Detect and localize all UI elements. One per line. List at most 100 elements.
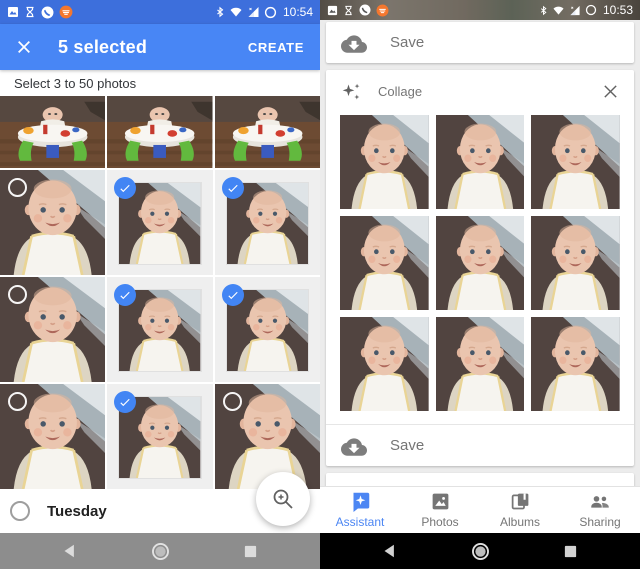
photos-notification-icon <box>327 5 338 15</box>
wifi-icon <box>553 6 564 15</box>
photo-thumbnail <box>0 96 106 168</box>
collage-title: Collage <box>378 84 423 99</box>
photos-icon <box>432 493 448 510</box>
wifi-icon <box>230 7 242 17</box>
back-button[interactable] <box>382 543 397 559</box>
photo-cell[interactable] <box>0 170 106 275</box>
home-button[interactable] <box>151 542 170 561</box>
assistant-card-list: Save Collage Save <box>320 20 640 486</box>
notification-icons <box>327 4 389 17</box>
date-select-circle-icon[interactable] <box>10 501 30 521</box>
close-selection-icon[interactable] <box>16 39 32 55</box>
right-phone-screen: 10:53 Save Collage Save Assistant Photos… <box>320 0 640 569</box>
photo-cell[interactable] <box>107 277 213 382</box>
photo-cell[interactable] <box>214 384 320 489</box>
save-label: Save <box>390 437 425 454</box>
collage-photo <box>340 216 429 310</box>
photos-notification-icon <box>8 7 18 17</box>
unselected-circle-icon[interactable] <box>8 392 27 411</box>
left-android-nav-bar <box>0 533 320 569</box>
screenshot-canvas: 10:54 5 selected CREATE Select 3 to 50 p… <box>0 0 640 569</box>
notification-icons <box>7 5 73 19</box>
selection-instruction: Select 3 to 50 photos <box>0 70 320 96</box>
tab-albums[interactable]: Albums <box>480 487 560 533</box>
collage-photo <box>340 115 429 209</box>
tab-label: Assistant <box>335 515 385 529</box>
collage-photo <box>435 317 525 411</box>
cell-signal-icon <box>570 5 580 15</box>
unselected-circle-icon[interactable] <box>222 392 242 411</box>
next-card-partial <box>326 473 634 486</box>
app-notification-icon <box>59 5 73 19</box>
bluetooth-icon <box>217 6 224 18</box>
data-saver-icon <box>264 6 277 18</box>
bluetooth-icon <box>540 5 547 15</box>
collage-photo <box>340 317 429 411</box>
recents-button[interactable] <box>243 544 258 559</box>
data-saver-icon <box>585 4 597 16</box>
zoom-fab[interactable] <box>256 472 310 526</box>
phone-notification-icon <box>41 6 54 18</box>
right-status-bar-backdrop: 10:53 <box>320 0 640 20</box>
photo-thumbnail <box>214 96 320 168</box>
system-status-icons: 10:53 <box>539 3 633 17</box>
selection-count-title: 5 selected <box>58 36 148 57</box>
photo-thumbnail <box>107 96 213 168</box>
cloud-save-icon <box>341 34 367 53</box>
phone-notification-icon <box>359 4 371 16</box>
photo-cell[interactable] <box>214 277 320 382</box>
assistant-icon <box>353 492 369 512</box>
collage-photo <box>531 115 620 209</box>
photo-cell[interactable] <box>0 384 106 489</box>
photo-cell[interactable] <box>214 96 320 168</box>
hourglass-icon <box>345 5 352 15</box>
collage-preview-grid[interactable] <box>326 113 634 424</box>
photos-bottom-nav: Assistant Photos Albums Sharing <box>320 486 640 533</box>
collage-photo <box>531 216 620 310</box>
app-notification-icon <box>376 4 389 16</box>
photo-cell[interactable] <box>0 277 106 382</box>
cloud-save-icon <box>341 437 367 456</box>
system-status-icons: 10:54 <box>215 5 313 19</box>
hourglass-icon <box>26 6 34 18</box>
tab-sharing[interactable]: Sharing <box>560 487 640 533</box>
create-button[interactable]: CREATE <box>248 40 304 55</box>
back-button[interactable] <box>62 543 77 559</box>
cell-signal-icon <box>248 7 259 17</box>
clock: 10:53 <box>602 3 633 17</box>
albums-icon <box>511 493 528 510</box>
unselected-circle-icon[interactable] <box>8 285 27 304</box>
photo-cell[interactable] <box>107 170 213 275</box>
selected-check-icon[interactable] <box>221 284 244 306</box>
right-status-bar: 10:53 <box>320 0 640 20</box>
home-button[interactable] <box>471 542 490 561</box>
tab-label: Sharing <box>579 515 621 529</box>
zoom-in-icon <box>273 489 293 509</box>
collage-photo <box>531 317 620 411</box>
collage-photo <box>435 115 525 209</box>
dismiss-collage-icon[interactable] <box>602 83 619 100</box>
left-status-bar: 10:54 <box>0 0 320 24</box>
recents-button[interactable] <box>563 544 578 559</box>
save-card-bottom[interactable]: Save <box>326 425 634 466</box>
selected-check-icon[interactable] <box>221 177 244 199</box>
collage-card-header: Collage <box>326 70 634 113</box>
photo-cell[interactable] <box>107 384 213 489</box>
left-phone-screen: 10:54 5 selected CREATE Select 3 to 50 p… <box>0 0 320 569</box>
photo-selection-grid <box>0 96 320 489</box>
tab-assistant[interactable]: Assistant <box>320 487 400 533</box>
selection-app-bar: 5 selected CREATE <box>0 24 320 70</box>
tab-photos[interactable]: Photos <box>400 487 480 533</box>
tab-label: Albums <box>499 515 540 529</box>
sharing-icon <box>591 496 609 508</box>
photo-cell[interactable] <box>214 170 320 275</box>
collage-card: Collage Save <box>326 70 634 466</box>
photo-cell[interactable] <box>107 96 213 168</box>
unselected-circle-icon[interactable] <box>8 178 27 197</box>
save-card-top[interactable]: Save <box>326 22 634 63</box>
tab-label: Photos <box>421 515 459 529</box>
right-android-nav-bar <box>320 533 640 569</box>
save-label: Save <box>390 34 425 51</box>
photo-cell[interactable] <box>0 96 106 168</box>
collage-photo <box>435 216 525 310</box>
